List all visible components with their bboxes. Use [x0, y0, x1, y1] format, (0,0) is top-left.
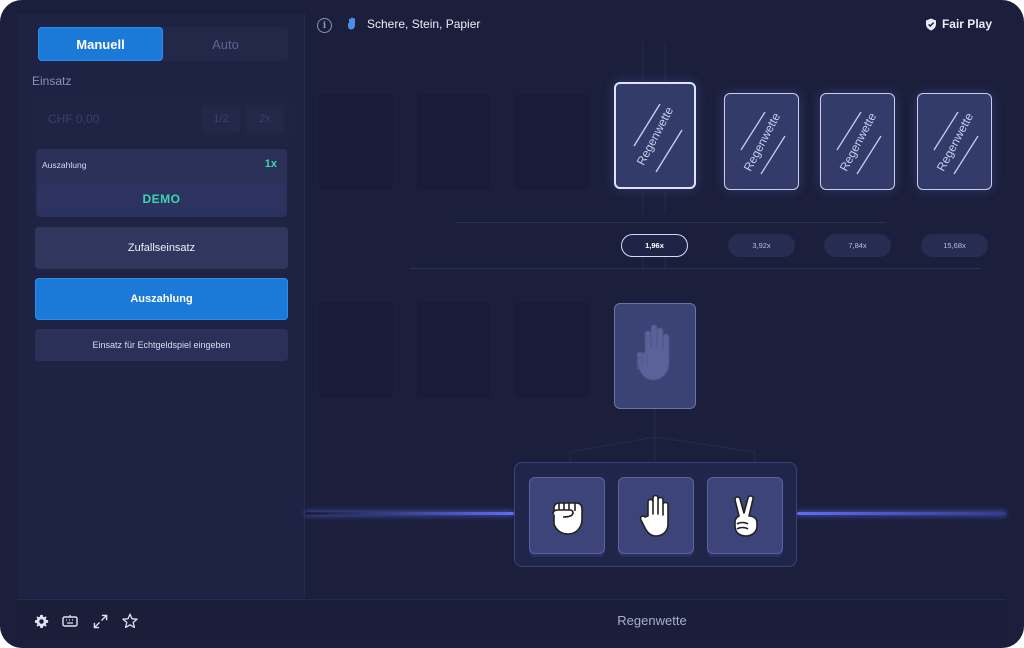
- multiplier-badge: 15,68x: [921, 234, 988, 257]
- right-glow-line: [797, 512, 1006, 515]
- hand-icon: [347, 17, 357, 33]
- tab-auto[interactable]: Auto: [163, 27, 288, 61]
- fair-play-badge[interactable]: Fair Play: [925, 17, 992, 31]
- divider-line: [410, 268, 980, 269]
- status-text: Regenwette: [617, 613, 687, 628]
- keyboard-icon[interactable]: [61, 612, 79, 630]
- cashout-button[interactable]: Auszahlung: [35, 278, 288, 320]
- bet-card: Regenwette: [917, 93, 992, 190]
- empty-slot: [515, 302, 589, 398]
- empty-slot: [515, 94, 589, 190]
- stake-input-row: CHF 0,00 1/2 2x: [32, 100, 290, 138]
- rock-button[interactable]: [529, 477, 605, 554]
- real-money-button[interactable]: Einsatz für Echtgeldspiel eingeben: [35, 329, 288, 361]
- multiplier-badge: 7,84x: [824, 234, 891, 257]
- fair-play-label: Fair Play: [941, 17, 992, 31]
- tab-manual[interactable]: Manuell: [38, 27, 163, 61]
- bet-card: Regenwette: [820, 93, 895, 190]
- empty-slot: [417, 94, 491, 190]
- mode-tabs: Manuell Auto: [38, 27, 288, 61]
- stake-input[interactable]: CHF 0,00: [48, 112, 202, 126]
- multiplier-badge: 1,96x: [621, 234, 688, 257]
- payout-value: DEMO: [38, 183, 285, 215]
- multiplier-badge: 3,92x: [728, 234, 795, 257]
- bottom-bar: Regenwette: [18, 599, 1006, 641]
- game-title: Schere, Stein, Papier: [367, 17, 481, 31]
- open-hand-icon: [639, 494, 669, 537]
- empty-slot: [417, 302, 491, 398]
- empty-slot: [319, 94, 393, 190]
- paper-button[interactable]: [618, 477, 694, 554]
- shield-icon: [925, 18, 936, 30]
- payout-display: Auszahlung 1x DEMO: [36, 149, 287, 217]
- bet-card: Regenwette: [614, 82, 696, 189]
- game-board: Regenwette Regenwette Regenwette Regenwe…: [305, 42, 1006, 598]
- scissors-button[interactable]: [707, 477, 783, 554]
- app-window: Manuell Auto Einsatz CHF 0,00 1/2 2x Aus…: [0, 0, 1024, 648]
- left-glow-line: [305, 512, 514, 515]
- revealed-card: [614, 303, 696, 409]
- choice-panel: [514, 462, 797, 567]
- divider-line: [455, 222, 885, 223]
- control-sidebar: Manuell Auto Einsatz CHF 0,00 1/2 2x Aus…: [18, 14, 305, 598]
- star-icon[interactable]: [121, 612, 139, 630]
- half-stake-button[interactable]: 1/2: [202, 105, 240, 133]
- random-bet-button[interactable]: Zufallseinsatz: [35, 227, 288, 269]
- info-icon[interactable]: i: [317, 18, 332, 33]
- payout-multiplier: 1x: [264, 158, 277, 170]
- double-stake-button[interactable]: 2x: [246, 105, 284, 133]
- fist-icon: [552, 501, 583, 535]
- open-hand-icon: [636, 324, 670, 381]
- expand-icon[interactable]: [91, 612, 109, 630]
- bet-card: Regenwette: [724, 93, 799, 190]
- gear-icon[interactable]: [32, 612, 50, 630]
- payout-label: Auszahlung: [42, 160, 87, 170]
- victory-hand-icon: [734, 494, 758, 537]
- stake-label: Einsatz: [32, 74, 72, 88]
- empty-slot: [319, 302, 393, 398]
- game-header: i Schere, Stein, Papier Fair Play: [305, 14, 1006, 42]
